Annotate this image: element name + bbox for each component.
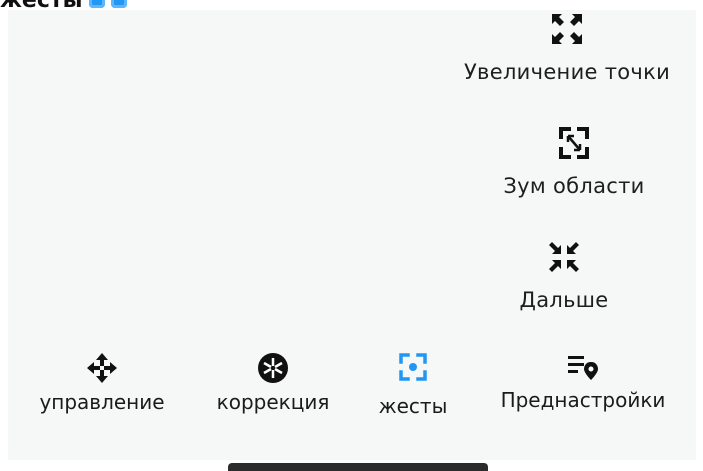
collapse-icon [549, 242, 579, 272]
menu-item-farther[interactable]: Дальше [514, 240, 614, 312]
zoom-area-icon [559, 127, 589, 159]
nav-item-label: жесты [378, 394, 448, 418]
nav-item-label: Преднастройки [500, 388, 666, 412]
aperture-icon [258, 353, 288, 383]
menu-item-label: Увеличение точки [463, 60, 671, 84]
expand-icon [552, 14, 582, 44]
badge-icon [110, 0, 127, 8]
home-indicator[interactable] [228, 463, 488, 471]
nav-item-label: управление [39, 390, 165, 414]
nav-item-correction[interactable]: коррекция [208, 352, 338, 414]
menu-item-label: Дальше [519, 288, 609, 312]
nav-item-label: коррекция [216, 390, 330, 414]
menu-item-zoom-area[interactable]: Зум области [484, 126, 664, 198]
menu-item-zoom-point[interactable]: Увеличение точки [442, 12, 692, 84]
move-arrows-icon [87, 353, 117, 383]
list-location-icon [568, 356, 598, 380]
focus-target-icon [399, 353, 427, 381]
nav-item-presets[interactable]: Преднастройки [488, 352, 678, 412]
nav-item-gestures[interactable]: жесты [368, 352, 458, 418]
badge-icon [88, 0, 105, 8]
menu-item-label: Зум области [503, 174, 645, 198]
nav-item-control[interactable]: управление [32, 352, 172, 414]
bottom-navigation: управление коррекция жесты Преднастройки [8, 352, 696, 448]
